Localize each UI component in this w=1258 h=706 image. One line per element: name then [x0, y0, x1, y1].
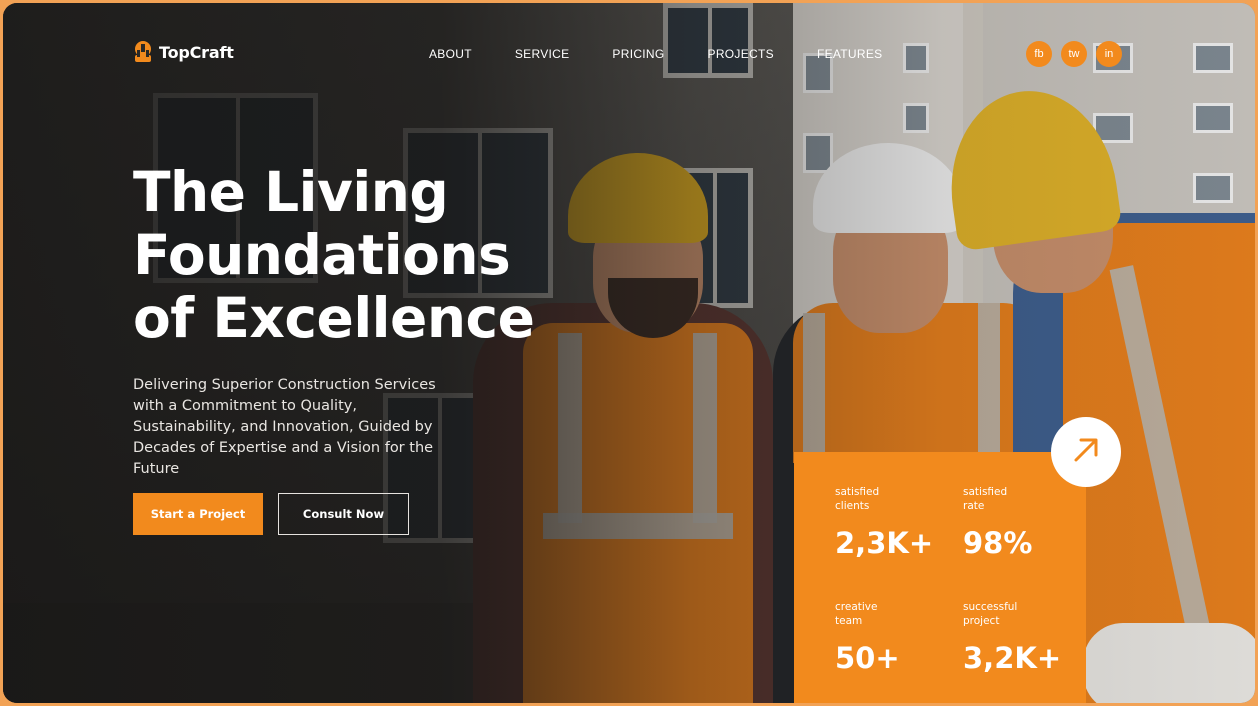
hardhat-logo-icon: [133, 41, 153, 63]
start-project-button[interactable]: Start a Project: [133, 493, 263, 535]
stat-label-line-2: clients: [835, 500, 870, 512]
stats-card: satisfied clients 2,3K+ satisfied rate 9…: [794, 452, 1086, 703]
stat-value: 50+: [835, 641, 900, 675]
stat-label-line-2: project: [963, 615, 1000, 627]
hero-title: The Living Foundations of Excellence: [133, 161, 633, 350]
hero-subtitle: Delivering Superior Construction Service…: [133, 377, 436, 477]
nav-projects[interactable]: PROJECTS: [708, 47, 774, 61]
brand-name: TopCraft: [159, 42, 234, 62]
arrow-up-right-icon: [1071, 435, 1101, 469]
stat-label-line-1: successful: [963, 601, 1018, 613]
stat-label-line-2: team: [835, 615, 863, 627]
twitter-link[interactable]: tw: [1061, 41, 1087, 67]
nav-features[interactable]: FEATURES: [817, 47, 883, 61]
nav-about[interactable]: ABOUT: [429, 47, 472, 61]
hero-title-line-2: Foundations: [133, 223, 511, 287]
arrow-link-button[interactable]: [1051, 417, 1121, 487]
stat-value: 3,2K+: [963, 641, 1062, 675]
stat-label-line-1: creative: [835, 601, 878, 613]
stat-value: 2,3K+: [835, 526, 934, 560]
page-frame: TopCraft ABOUT SERVICE PRICING PROJECTS …: [3, 3, 1255, 703]
linkedin-link[interactable]: in: [1096, 41, 1122, 67]
hero-title-line-1: The Living: [133, 160, 449, 224]
consult-now-button[interactable]: Consult Now: [278, 493, 409, 535]
stat-label-line-1: satisfied: [835, 486, 880, 498]
stat-value: 98%: [963, 526, 1033, 560]
facebook-link[interactable]: fb: [1026, 41, 1052, 67]
stat-label-line-2: rate: [963, 500, 985, 512]
stat-label-line-1: satisfied: [963, 486, 1008, 498]
top-navigation: TopCraft ABOUT SERVICE PRICING PROJECTS …: [3, 3, 1255, 103]
nav-pricing[interactable]: PRICING: [612, 47, 664, 61]
main-menu: ABOUT SERVICE PRICING PROJECTS FEATURES: [429, 47, 882, 61]
nav-service[interactable]: SERVICE: [515, 47, 570, 61]
hero-title-line-3: of Excellence: [133, 286, 535, 350]
brand-logo[interactable]: TopCraft: [133, 41, 234, 63]
